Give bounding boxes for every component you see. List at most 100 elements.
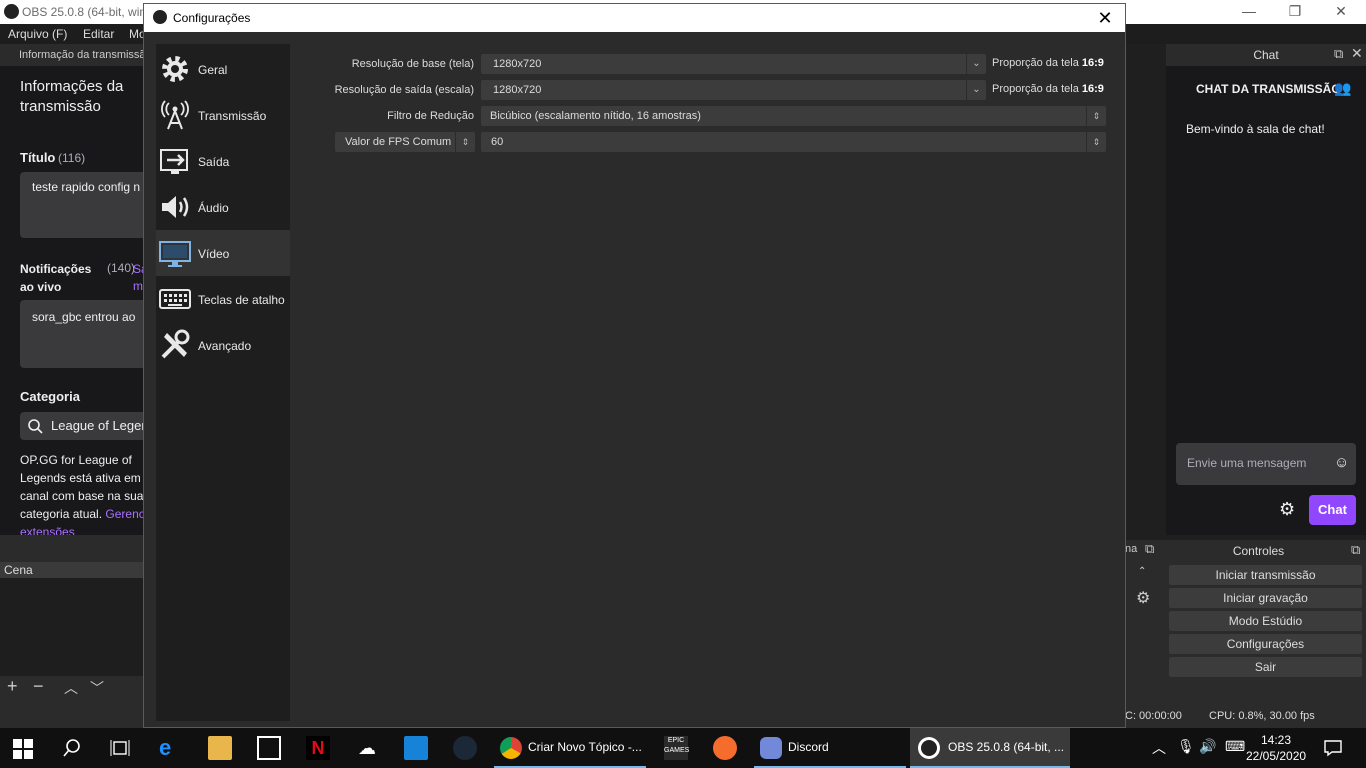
taskbar-app-label: Discord (788, 740, 829, 754)
netflix-icon[interactable]: N (306, 736, 330, 760)
taskbar-app-discord[interactable]: Discord (754, 728, 906, 768)
nav-teclas-de-atalho[interactable]: Teclas de atalho (156, 276, 290, 322)
file-explorer-icon[interactable] (208, 736, 232, 760)
opgg-manage-link[interactable]: Gerenc (105, 507, 143, 521)
chat-tab[interactable]: Chat ⧉ ✕ (1166, 44, 1366, 66)
clock-date: 22/05/2020 (1246, 749, 1307, 763)
close-chat-icon[interactable]: ✕ (1351, 45, 1363, 62)
nav-label: Avançado (198, 339, 252, 353)
soundcloud-icon[interactable]: ☁ (355, 736, 379, 760)
base-resolution-combo[interactable]: 1280x720 ⌄ (481, 54, 986, 74)
keyboard-layout-icon[interactable]: ⌨ (1225, 738, 1245, 755)
opgg-extensions-link[interactable]: extensões (20, 525, 75, 535)
stream-info-tab[interactable]: Informação da transmissã (0, 44, 143, 66)
notifications-input[interactable]: sora_gbc entrou ao (20, 300, 143, 368)
nav-audio[interactable]: Áudio (156, 184, 290, 230)
undock-controls-icon[interactable]: ⧉ (1351, 542, 1360, 558)
edge-icon[interactable]: e (159, 736, 183, 760)
chat-panel: CHAT DA TRANSMISSÃO 👥 Bem-vindo à sala d… (1166, 66, 1366, 535)
fps-value: 60 (491, 136, 504, 148)
rec-time: C: 00:00:00 (1125, 710, 1182, 722)
microphone-icon[interactable]: 🎙 (1177, 738, 1195, 755)
notifications-icon[interactable] (1324, 739, 1342, 757)
clock-time: 14:23 (1260, 733, 1292, 747)
volume-icon[interactable]: 🔊 (1199, 738, 1216, 755)
nav-video[interactable]: Vídeo (156, 230, 290, 276)
output-icon (160, 149, 188, 174)
undock-icon[interactable]: ⧉ (1145, 541, 1154, 557)
chevron-down-icon: ⌄ (966, 54, 986, 74)
exit-button[interactable]: Sair (1169, 657, 1362, 677)
notifications-label: Notificações ao vivo (20, 262, 92, 294)
epic-games-icon[interactable]: EPIC GAMES (664, 736, 689, 760)
obs-icon (918, 737, 940, 759)
fps-type-combo[interactable]: Valor de FPS Comum ⇕ (335, 132, 475, 152)
chevron-down-icon: ⌄ (966, 80, 986, 100)
move-down-icon[interactable]: ﹀ (90, 678, 104, 698)
remove-scene-icon[interactable]: − (33, 676, 44, 697)
nav-saida[interactable]: Saída (156, 138, 290, 184)
move-up-icon[interactable]: ︿ (64, 678, 78, 698)
start-stream-button[interactable]: Iniciar transmissão (1169, 565, 1362, 585)
ratio-value: 16:9 (1081, 83, 1104, 95)
stream-info-heading: Informações da transmissão (20, 78, 124, 115)
chat-message-input[interactable]: Envie uma mensagem ☺ (1176, 443, 1356, 485)
scene-list[interactable] (0, 578, 143, 676)
nav-geral[interactable]: Geral (156, 46, 290, 92)
users-icon[interactable]: 👥 (1334, 80, 1351, 97)
search-icon[interactable] (62, 738, 82, 758)
mail-icon[interactable] (404, 736, 428, 760)
undock-chat-icon[interactable]: ⧉ (1334, 46, 1343, 62)
settings-button[interactable]: Configurações (1169, 634, 1362, 654)
spin-icon[interactable]: ⌃ (1138, 566, 1146, 577)
taskbar-app-label: OBS 25.0.8 (64-bit, ... (948, 740, 1065, 754)
keyboard-icon (159, 289, 191, 309)
category-label: Categoria (20, 389, 80, 404)
gear-icon[interactable]: ⚙ (1136, 588, 1150, 608)
mixer-dock-fragment: na ⧉ ⌃ ⚙ (1125, 540, 1166, 728)
menu-editar[interactable]: Editar (83, 27, 114, 41)
category-search[interactable]: League of Legen (20, 412, 143, 440)
taskbar-app-obs[interactable]: OBS 25.0.8 (64-bit, ... (910, 728, 1070, 768)
nav-transmissao[interactable]: Transmissão (156, 92, 290, 138)
nav-label: Transmissão (198, 109, 267, 123)
studio-mode-button[interactable]: Modo Estúdio (1169, 611, 1362, 631)
close-button[interactable]: ✕ (1318, 0, 1364, 24)
chat-settings-icon[interactable]: ⚙ (1279, 499, 1295, 520)
fps-value-combo[interactable]: 60 ⇕ (481, 132, 1106, 152)
start-recording-button[interactable]: Iniciar gravação (1169, 588, 1362, 608)
notifications-link[interactable]: Sa m (133, 261, 143, 295)
maximize-button[interactable]: ❐ (1272, 0, 1318, 24)
origin-icon[interactable] (713, 736, 737, 760)
windows-start-icon[interactable] (13, 739, 33, 759)
add-scene-icon[interactable]: + (7, 676, 18, 697)
status-bar: C: 00:00:00 CPU: 0.8%, 30.00 fps (1125, 706, 1366, 728)
chevron-up-icon[interactable]: ︿ (1152, 738, 1166, 758)
emote-icon[interactable]: ☺ (1334, 454, 1349, 471)
downscale-filter-combo[interactable]: Bicúbico (escalamento nítido, 16 amostra… (481, 106, 1106, 126)
taskbar-app-chrome[interactable]: Criar Novo Tópico -... (494, 728, 646, 768)
dialog-close-button[interactable]: ✕ (1093, 7, 1117, 29)
clock[interactable]: 14:23 22/05/2020 (1246, 732, 1306, 764)
base-aspect-ratio: Proporção da tela 16:9 (992, 57, 1104, 69)
minimize-button[interactable]: — (1226, 0, 1272, 24)
downscale-filter-value: Bicúbico (escalamento nítido, 16 amostra… (490, 110, 701, 122)
title-label: Título (20, 150, 56, 165)
scene-header-label: Cena (4, 563, 33, 577)
store-icon[interactable] (257, 736, 281, 760)
output-resolution-combo[interactable]: 1280x720 ⌄ (481, 80, 986, 100)
chat-send-button[interactable]: Chat (1309, 495, 1356, 525)
dialog-title: Configurações (173, 11, 251, 25)
menu-arquivo[interactable]: Arquivo (F) (8, 27, 67, 41)
controls-dock: Controles ⧉ Iniciar transmissão Iniciar … (1166, 540, 1366, 728)
monitor-icon (159, 241, 191, 267)
title-input[interactable]: teste rapido config n (20, 172, 143, 238)
scene-list-header: Cena (0, 562, 143, 578)
chat-welcome: Bem-vindo à sala de chat! (1186, 122, 1325, 136)
chrome-icon (500, 737, 522, 759)
output-resolution-value: 1280x720 (493, 84, 542, 96)
steam-icon[interactable] (453, 736, 477, 760)
nav-avancado[interactable]: Avançado (156, 322, 290, 368)
settings-nav: Geral Transmissão Saída Áudio Vídeo Tecl… (156, 44, 290, 721)
task-view-icon[interactable] (110, 738, 130, 758)
